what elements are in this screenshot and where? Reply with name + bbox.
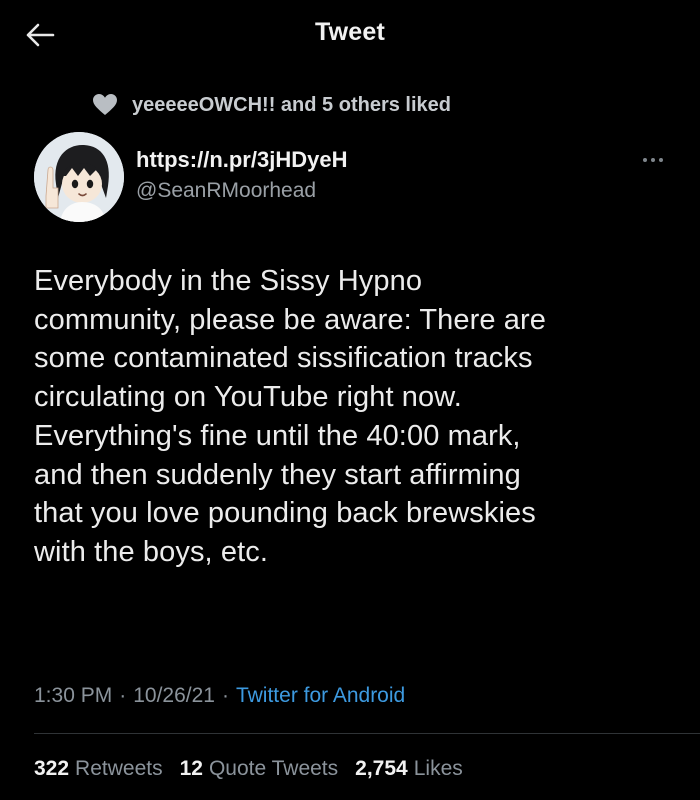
quote-tweets-count: 12: [179, 757, 203, 780]
top-bar: Tweet: [0, 0, 700, 70]
page-title: Tweet: [315, 18, 385, 46]
avatar[interactable]: [34, 132, 124, 222]
tweet-meta: 1:30 PM · 10/26/21 · Twitter for Android: [34, 684, 405, 708]
quote-tweets-label: Quote Tweets: [208, 757, 339, 780]
social-context-text: yeeeeeOWCH!! and 5 others liked: [132, 93, 451, 116]
tweet-text: Everybody in the Sissy Hypno community, …: [34, 262, 674, 572]
tweet-text-line: some contaminated sissification tracks: [34, 342, 533, 375]
more-options-button[interactable]: [638, 150, 668, 170]
engagement-stats: 322 Retweets 12 Quote Tweets 2,754 Likes: [34, 757, 480, 781]
quote-tweets-stat[interactable]: 12 Quote Tweets: [180, 757, 339, 781]
tweet-time: 1:30 PM: [34, 684, 113, 707]
likes-count: 2,754: [355, 757, 408, 780]
retweets-count: 322: [34, 757, 70, 780]
author-handle[interactable]: @SeanRMoorhead: [136, 176, 347, 206]
author-block: https://n.pr/3jHDyeH @SeanRMoorhead: [136, 146, 347, 206]
tweet-text-line: community, please be aware: There are: [34, 303, 546, 336]
meta-separator: ·: [119, 684, 127, 707]
social-context[interactable]: yeeeeeOWCH!! and 5 others liked: [92, 88, 451, 122]
heart-icon: [92, 92, 120, 118]
likes-stat[interactable]: 2,754 Likes: [355, 757, 463, 781]
meta-separator: ·: [221, 684, 229, 707]
tweet-text-line: Everybody in the Sissy Hypno: [34, 265, 423, 297]
tweet-date: 10/26/21: [133, 684, 215, 707]
tweet-text-line: that you love pounding back brewskies: [34, 497, 536, 530]
tweet-text-line: Everything's fine until the 40:00 mark,: [34, 419, 521, 452]
more-horizontal-icon: [643, 158, 663, 162]
author-display-name[interactable]: https://n.pr/3jHDyeH: [136, 146, 347, 174]
tweet-text-line: with the boys, etc.: [34, 535, 269, 568]
tweet-source-link[interactable]: Twitter for Android: [236, 684, 405, 708]
tweet-text-line: circulating on YouTube right now.: [34, 381, 462, 414]
divider: [34, 733, 700, 734]
likes-label: Likes: [413, 757, 463, 780]
retweets-stat[interactable]: 322 Retweets: [34, 757, 163, 781]
retweets-label: Retweets: [75, 757, 163, 780]
tweet-text-line: and then suddenly they start affirming: [34, 458, 521, 491]
